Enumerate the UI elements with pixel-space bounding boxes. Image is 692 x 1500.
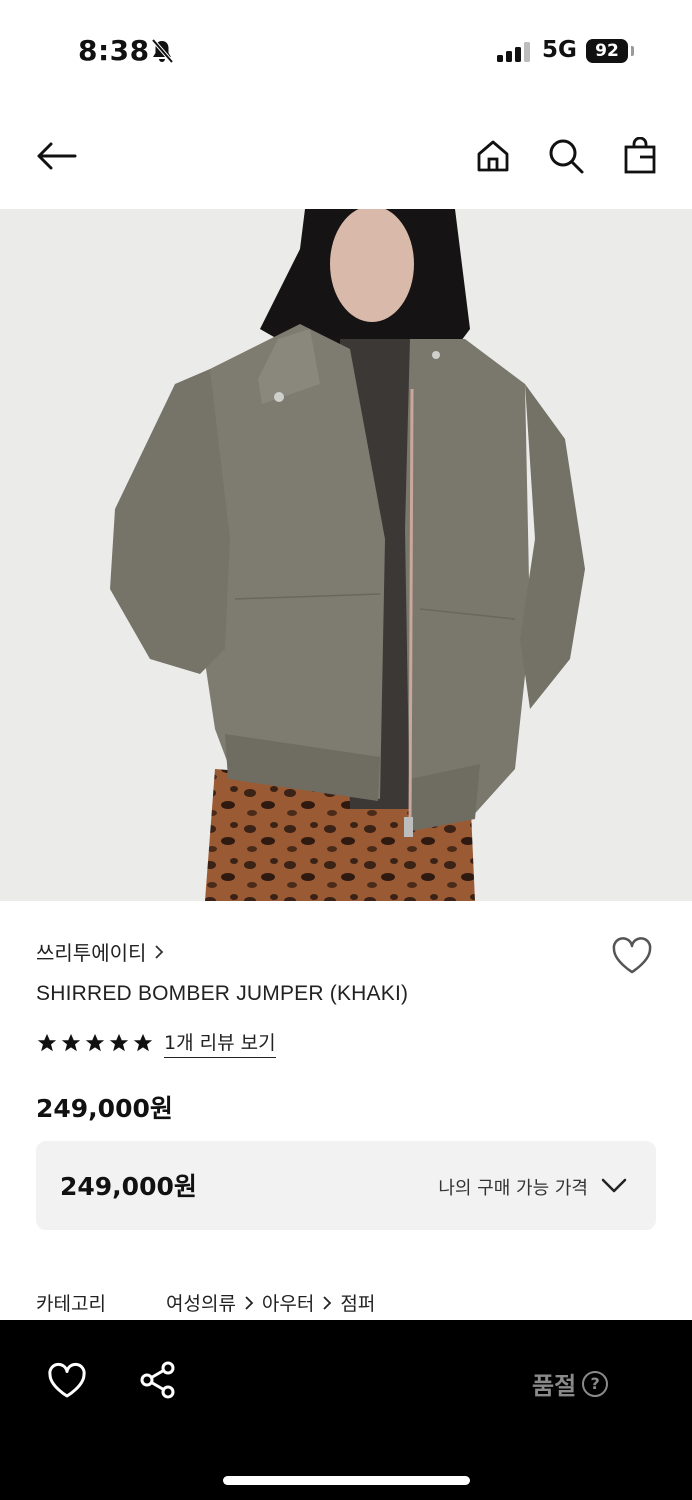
chevron-right-icon [323, 1295, 332, 1310]
bag-button[interactable] [616, 132, 664, 180]
product-image[interactable] [0, 209, 692, 901]
bell-muted-icon [151, 38, 174, 64]
product-title: SHIRRED BOMBER JUMPER (KHAKI) [36, 982, 409, 1005]
my-price-label: 나의 구매 가능 가격 [438, 1178, 588, 1199]
chevron-right-icon [245, 1295, 254, 1310]
home-indicator [223, 1476, 470, 1485]
breadcrumb-item[interactable]: 점퍼 [340, 1289, 375, 1316]
my-price-dropdown[interactable]: 249,000원 나의 구매 가능 가격 [36, 1141, 656, 1230]
network-label: 5G [542, 37, 577, 63]
category-row: 카테고리 여성의류 아우터 점퍼 [36, 1289, 375, 1316]
shopping-bag-icon [624, 137, 656, 174]
price: 249,000원 [36, 1094, 173, 1123]
bottom-action-bar: 품절 ? [0, 1320, 692, 1500]
star-icon [61, 1033, 81, 1052]
signal-icon [497, 42, 530, 62]
home-button[interactable] [469, 132, 517, 180]
chevron-down-icon [601, 1178, 627, 1193]
heart-icon[interactable] [610, 936, 654, 976]
rating-row: 1개 리뷰 보기 [36, 1028, 276, 1058]
brand-name: 쓰리투에이티 [36, 941, 147, 965]
soldout-label: 품절 [532, 1372, 577, 1400]
search-icon [549, 139, 584, 174]
star-icon [37, 1033, 57, 1052]
help-icon[interactable]: ? [582, 1370, 609, 1397]
brand-link[interactable]: 쓰리투에이티 [36, 937, 164, 966]
star-icon [85, 1033, 105, 1052]
status-bar: 8:38 5G 92 [0, 0, 692, 104]
home-icon [477, 140, 509, 172]
category-breadcrumb: 여성의류 아우터 점퍼 [166, 1289, 375, 1316]
share-icon[interactable] [138, 1360, 178, 1400]
breadcrumb-item[interactable]: 아우터 [262, 1289, 314, 1316]
back-button[interactable] [32, 132, 80, 180]
rating-stars [36, 1032, 154, 1054]
battery-icon: 92 [586, 39, 628, 63]
star-icon [109, 1033, 129, 1052]
my-price-value: 249,000원 [60, 1172, 197, 1201]
breadcrumb-item[interactable]: 여성의류 [166, 1289, 236, 1316]
chevron-right-icon [155, 944, 164, 959]
heart-icon[interactable] [46, 1362, 88, 1400]
review-link[interactable]: 1개 리뷰 보기 [164, 1028, 276, 1058]
search-button[interactable] [542, 132, 590, 180]
status-time: 8:38 [78, 34, 150, 67]
battery-tip [631, 46, 634, 56]
star-icon [133, 1033, 153, 1052]
arrow-left-icon [37, 142, 77, 170]
product-photo [0, 209, 692, 901]
category-label: 카테고리 [36, 1293, 106, 1315]
top-nav [0, 120, 692, 196]
soldout-status: 품절 ? [532, 1366, 609, 1401]
